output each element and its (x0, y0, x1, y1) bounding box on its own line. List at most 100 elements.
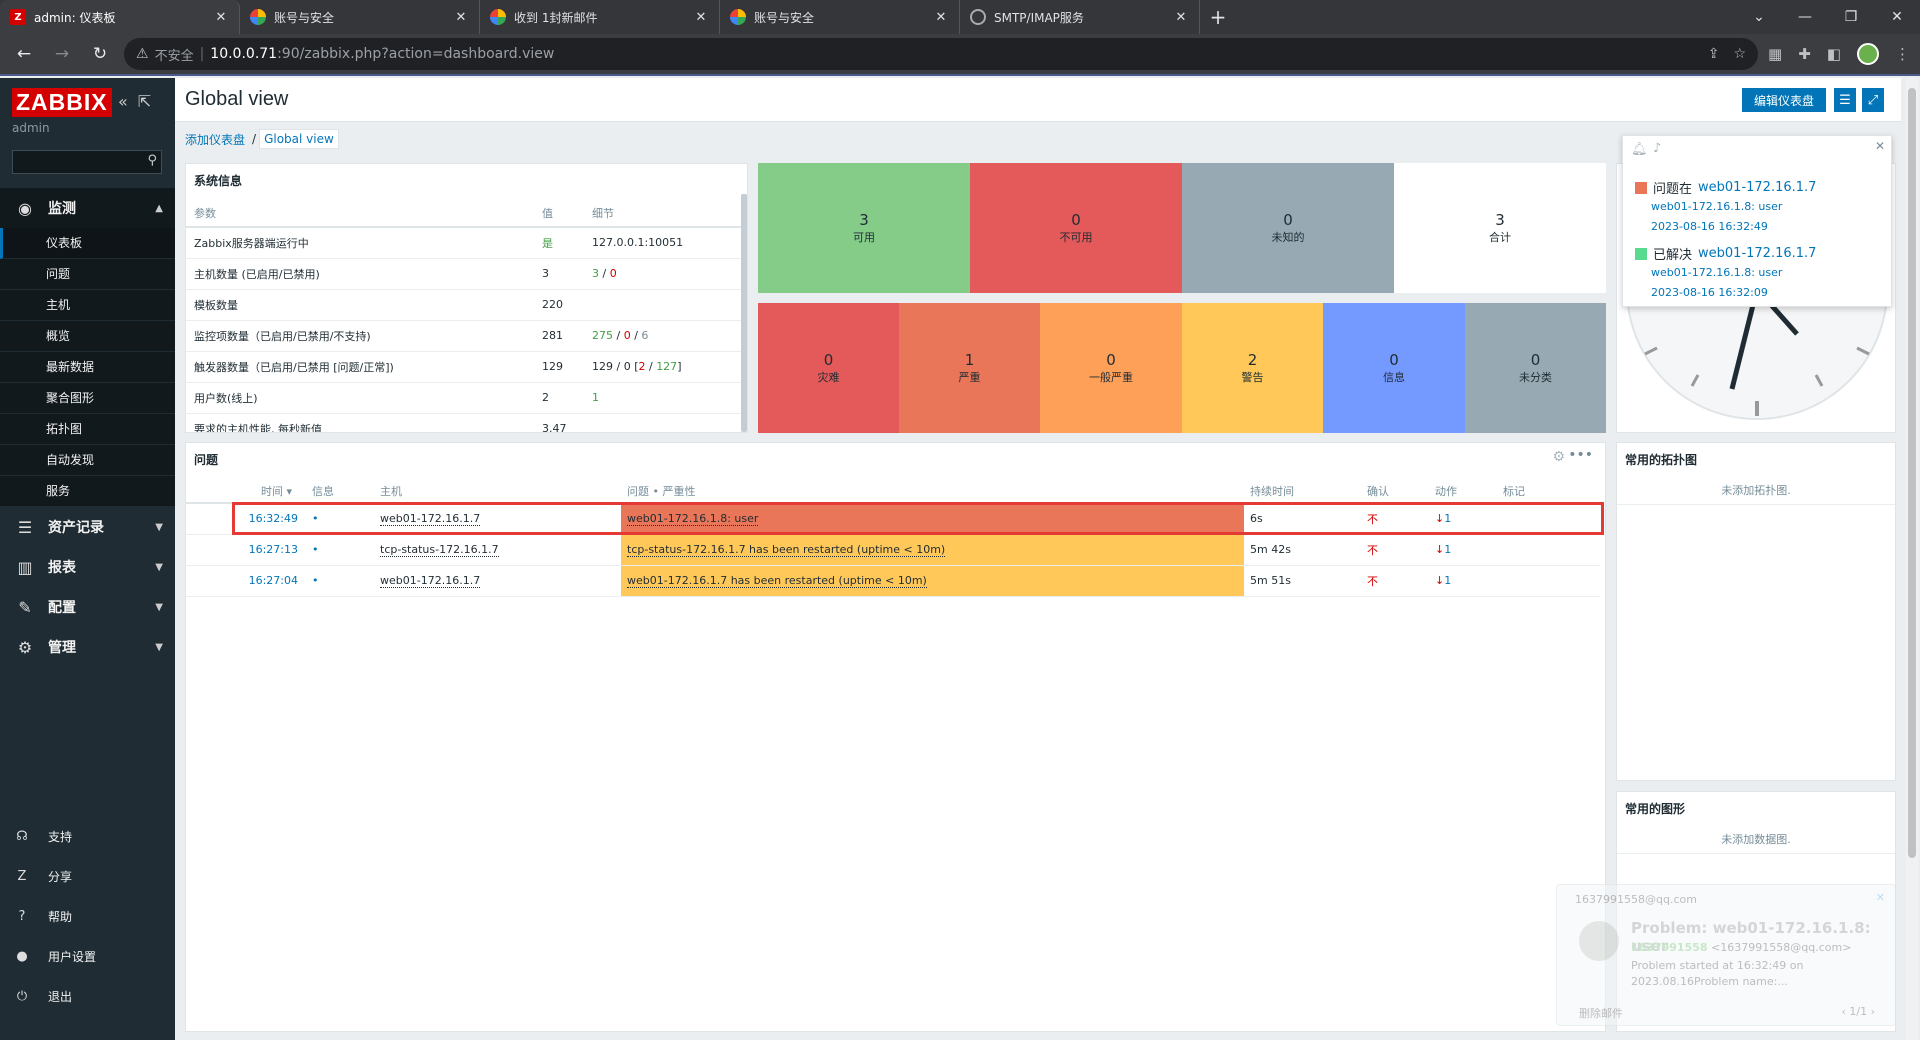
close-tab-icon[interactable]: ✕ (453, 10, 469, 25)
ack-link[interactable]: 不 (1361, 565, 1429, 597)
browser-tab[interactable]: 账号与安全 ✕ (720, 0, 960, 34)
close-icon[interactable]: ✕ (1876, 891, 1885, 904)
share-icon[interactable]: ⇪ (1708, 46, 1720, 62)
host-link[interactable]: tcp-status-172.16.1.7 (380, 543, 499, 557)
menu-help[interactable]: ? 帮助 (0, 896, 175, 936)
actions-icon[interactable]: ↓1 (1429, 534, 1497, 566)
host-link[interactable]: web01-172.16.1.7 (380, 574, 481, 588)
problem-time-link[interactable]: 16:27:04 (186, 565, 306, 597)
tab-search-icon[interactable]: ⌄ (1736, 0, 1782, 34)
close-tab-icon[interactable]: ✕ (933, 10, 949, 25)
menu-item-services[interactable]: 服务 (0, 476, 175, 507)
severity-average-cell[interactable]: 0 一般严重 (1040, 303, 1182, 433)
ack-link[interactable]: 不 (1361, 534, 1429, 566)
restore-icon[interactable]: ❐ (1828, 0, 1874, 34)
reload-icon[interactable]: ↻ (86, 44, 114, 64)
sound-icon[interactable]: ♪ (1653, 141, 1661, 156)
notification-host-link[interactable]: web01-172.16.1.7 (1698, 180, 1816, 195)
search-icon[interactable]: ⚲ (147, 153, 157, 168)
severity-high-cell[interactable]: 1 严重 (899, 303, 1040, 433)
extension-icon[interactable]: ▦ (1768, 45, 1782, 63)
problem-link[interactable]: web01-172.16.1.7 has been restarted (upt… (627, 574, 927, 588)
menu-sign-out[interactable]: ⏻ 退出 (0, 976, 175, 1016)
menu-item-hosts[interactable]: 主机 (0, 290, 175, 321)
actions-icon[interactable]: ↓1 (1429, 565, 1497, 597)
bell-icon[interactable]: 🔔︎ (1631, 142, 1648, 157)
address-bar[interactable]: ⚠ 不安全 | 10.0.0.71:90/zabbix.php?action=d… (124, 38, 1759, 70)
close-tab-icon[interactable]: ✕ (693, 10, 709, 25)
host-available-cell[interactable]: 3 可用 (758, 163, 970, 293)
back-icon[interactable]: ← (10, 44, 38, 64)
menu-user-settings[interactable]: ● 用户设置 (0, 936, 175, 976)
browser-tab[interactable]: 收到 1封新邮件 ✕ (480, 0, 720, 34)
close-tab-icon[interactable]: ✕ (1173, 10, 1189, 25)
notification-host-link[interactable]: web01-172.16.1.7 (1698, 246, 1816, 261)
page-scrollbar[interactable] (1906, 78, 1918, 1040)
minimize-icon[interactable]: — (1782, 0, 1828, 34)
breadcrumb-current[interactable]: Global view (259, 129, 339, 149)
notification-time-link[interactable]: 2023-08-16 16:32:09 (1651, 286, 1768, 299)
menu-item-latest-data[interactable]: 最新数据 (0, 352, 175, 383)
duration-cell: 5m 51s (1244, 565, 1361, 597)
severity-warning-cell[interactable]: 2 警告 (1182, 303, 1323, 433)
menu-item-overview[interactable]: 概览 (0, 321, 175, 352)
zabbix-logo[interactable]: ZABBIX (12, 88, 112, 117)
notification-time-link[interactable]: 2023-08-16 16:32:49 (1651, 220, 1768, 233)
scrollbar-thumb[interactable] (1908, 88, 1916, 858)
browser-tab[interactable]: SMTP/IMAP服务 ✕ (960, 0, 1200, 34)
forward-icon[interactable]: → (48, 44, 76, 64)
profile-avatar[interactable] (1857, 43, 1879, 65)
kiosk-icon[interactable]: ⇱ (138, 92, 151, 111)
widget-settings-icon[interactable]: ⚙ (1552, 449, 1565, 465)
browser-tab[interactable]: 账号与安全 ✕ (240, 0, 480, 34)
insecure-label[interactable]: 不安全 (155, 45, 194, 64)
edit-dashboard-button[interactable]: 编辑仪表盘 (1742, 88, 1826, 112)
host-cell[interactable]: web01-172.16.1.7 (374, 565, 621, 597)
severity-info-cell[interactable]: 0 信息 (1323, 303, 1465, 433)
new-tab-icon[interactable]: + (1200, 0, 1236, 34)
bookmark-star-icon[interactable]: ☆ (1733, 46, 1746, 62)
severity-disaster-cell[interactable]: 0 灾难 (758, 303, 899, 433)
widget-more-icon[interactable]: ••• (1568, 447, 1593, 463)
menu-item-dashboard[interactable]: 仪表板 (0, 228, 175, 259)
host-unavailable-cell[interactable]: 0 不可用 (970, 163, 1182, 293)
notification-detail-link[interactable]: web01-172.16.1.8: user (1651, 266, 1782, 279)
notification-detail-link[interactable]: web01-172.16.1.8: user (1651, 200, 1782, 213)
menu-monitoring[interactable]: ◉ 监测 ▲ (0, 188, 175, 228)
fullscreen-icon[interactable]: ⤢ (1862, 88, 1884, 112)
warning-icon[interactable]: ⚠ (136, 46, 149, 62)
menu-item-problems[interactable]: 问题 (0, 259, 175, 290)
menu-icon[interactable]: ☰ (1834, 88, 1856, 112)
browser-tab[interactable]: Z admin: 仪表板 ✕ (0, 0, 240, 34)
menu-configuration[interactable]: ✎ 配置 ▼ (0, 587, 175, 627)
sidepanel-icon[interactable]: ◧ (1827, 45, 1841, 63)
menu-item-maps[interactable]: 拓扑图 (0, 414, 175, 445)
menu-item-screens[interactable]: 聚合图形 (0, 383, 175, 414)
puzzle-icon[interactable]: ✚ (1798, 45, 1811, 63)
problem-cell[interactable]: tcp-status-172.16.1.7 has been restarted… (621, 534, 1244, 566)
problem-time-link[interactable]: 16:27:13 (186, 534, 306, 566)
problem-link[interactable]: tcp-status-172.16.1.7 has been restarted… (627, 543, 946, 557)
mail-toast[interactable]: 1637991558@qq.com ✕ Problem: web01-172.1… (1556, 884, 1896, 1026)
close-tab-icon[interactable]: ✕ (213, 10, 229, 25)
close-window-icon[interactable]: ✕ (1874, 0, 1920, 34)
sidebar-search-input[interactable]: ⚲ (12, 150, 162, 174)
menu-support[interactable]: ☊ 支持 (0, 816, 175, 856)
column-header-time[interactable]: 时间 ▾ (186, 479, 306, 504)
widget-scrollbar[interactable] (741, 194, 747, 432)
menu-reports[interactable]: ▥ 报表 ▼ (0, 547, 175, 587)
host-cell[interactable]: tcp-status-172.16.1.7 (374, 534, 621, 566)
menu-administration[interactable]: ⚙ 管理 ▼ (0, 627, 175, 667)
severity-not-classified-cell[interactable]: 0 未分类 (1465, 303, 1606, 433)
menu-share[interactable]: Z 分享 (0, 856, 175, 896)
delete-mail-button[interactable]: 删除邮件 (1579, 1005, 1623, 1021)
host-unknown-cell[interactable]: 0 未知的 (1182, 163, 1394, 293)
close-icon[interactable]: ✕ (1875, 139, 1885, 153)
problem-cell[interactable]: web01-172.16.1.7 has been restarted (upt… (621, 565, 1244, 597)
browser-menu-icon[interactable]: ⋮ (1895, 45, 1910, 63)
host-total-cell[interactable]: 3 合计 (1394, 163, 1606, 293)
breadcrumb-parent[interactable]: 添加仪表盘 (181, 129, 249, 150)
menu-inventory[interactable]: ☰ 资产记录 ▼ (0, 507, 175, 547)
menu-item-discovery[interactable]: 自动发现 (0, 445, 175, 476)
collapse-sidebar-icon[interactable]: « (118, 92, 128, 111)
